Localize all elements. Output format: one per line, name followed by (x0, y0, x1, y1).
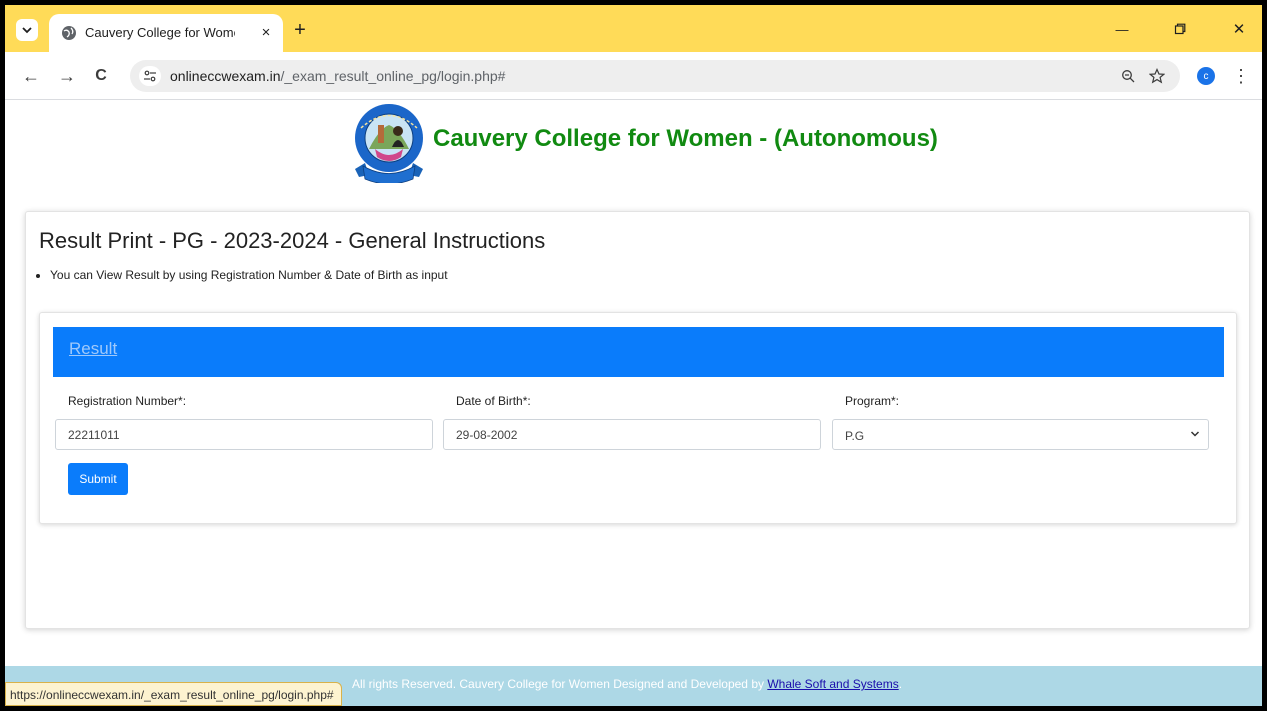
back-icon[interactable]: ← (19, 64, 43, 88)
result-form-panel: Result Registration Number*: Date of Bir… (39, 312, 1237, 524)
card-title: Result Print - PG - 2023-2024 - General … (39, 228, 546, 253)
submit-button[interactable]: Submit (68, 463, 128, 495)
restore-icon[interactable] (1168, 18, 1192, 40)
site-info-icon[interactable] (139, 66, 161, 86)
instructions-card: Result Print - PG - 2023-2024 - General … (25, 211, 1250, 629)
globe-icon (62, 26, 76, 40)
minimize-icon[interactable]: — (1110, 18, 1134, 40)
url-host: onlineccwexam.in (170, 68, 281, 84)
bookmark-star-icon[interactable] (1147, 66, 1167, 86)
instructions-list: You can View Result by using Registratio… (50, 268, 448, 282)
forward-icon[interactable]: → (55, 64, 79, 88)
footer-text: All rights Reserved. Cauvery College for… (352, 677, 902, 691)
instruction-item: You can View Result by using Registratio… (50, 268, 448, 282)
program-label: Program*: (845, 394, 900, 408)
result-link[interactable]: Result (69, 339, 117, 359)
college-logo (355, 104, 423, 183)
program-selected-value: P.G (845, 429, 865, 443)
result-panel-header: Result (53, 327, 1224, 377)
address-bar[interactable]: onlineccwexam.in/_exam_result_online_pg/… (130, 60, 1180, 92)
tab-search-button[interactable] (16, 19, 38, 41)
registration-label: Registration Number*: (68, 394, 187, 408)
chevron-down-icon (1190, 431, 1200, 437)
date-of-birth-input[interactable] (443, 419, 821, 450)
active-tab[interactable]: Cauvery College for Women - (/ × (49, 14, 283, 52)
reload-icon[interactable]: C (89, 64, 113, 88)
tab-close-icon[interactable]: × (257, 23, 275, 41)
close-window-icon[interactable]: ✕ (1227, 18, 1251, 40)
tab-strip: Cauvery College for Women - (/ × + — ✕ (5, 5, 1262, 52)
footer-copyright: All rights Reserved. Cauvery College for… (352, 677, 768, 691)
tab-title: Cauvery College for Women - (/ (85, 25, 235, 40)
registration-number-input[interactable] (55, 419, 433, 450)
status-bar-url: https://onlineccwexam.in/_exam_result_on… (5, 682, 342, 706)
url-text: onlineccwexam.in/_exam_result_online_pg/… (170, 68, 505, 84)
footer-period: . (898, 677, 903, 691)
browser-window: Cauvery College for Women - (/ × + — ✕ ←… (5, 5, 1262, 706)
zoom-icon[interactable] (1118, 66, 1138, 86)
college-title: Cauvery College for Women - (Autonomous) (433, 125, 938, 152)
developer-link[interactable]: Whale Soft and Systems (767, 677, 898, 691)
url-path: /_exam_result_online_pg/login.php# (280, 68, 506, 84)
chevron-down-icon (22, 27, 32, 34)
page-content: Cauvery College for Women - (Autonomous)… (5, 101, 1262, 706)
profile-avatar[interactable]: c (1197, 67, 1215, 85)
program-select[interactable]: P.G (832, 419, 1209, 450)
new-tab-button[interactable]: + (289, 19, 311, 41)
dob-label: Date of Birth*: (456, 394, 531, 408)
browser-menu-icon[interactable]: ⋮ (1232, 65, 1250, 87)
browser-toolbar: ← → C onlineccwexam.in/_exam_result_onli… (5, 52, 1262, 100)
